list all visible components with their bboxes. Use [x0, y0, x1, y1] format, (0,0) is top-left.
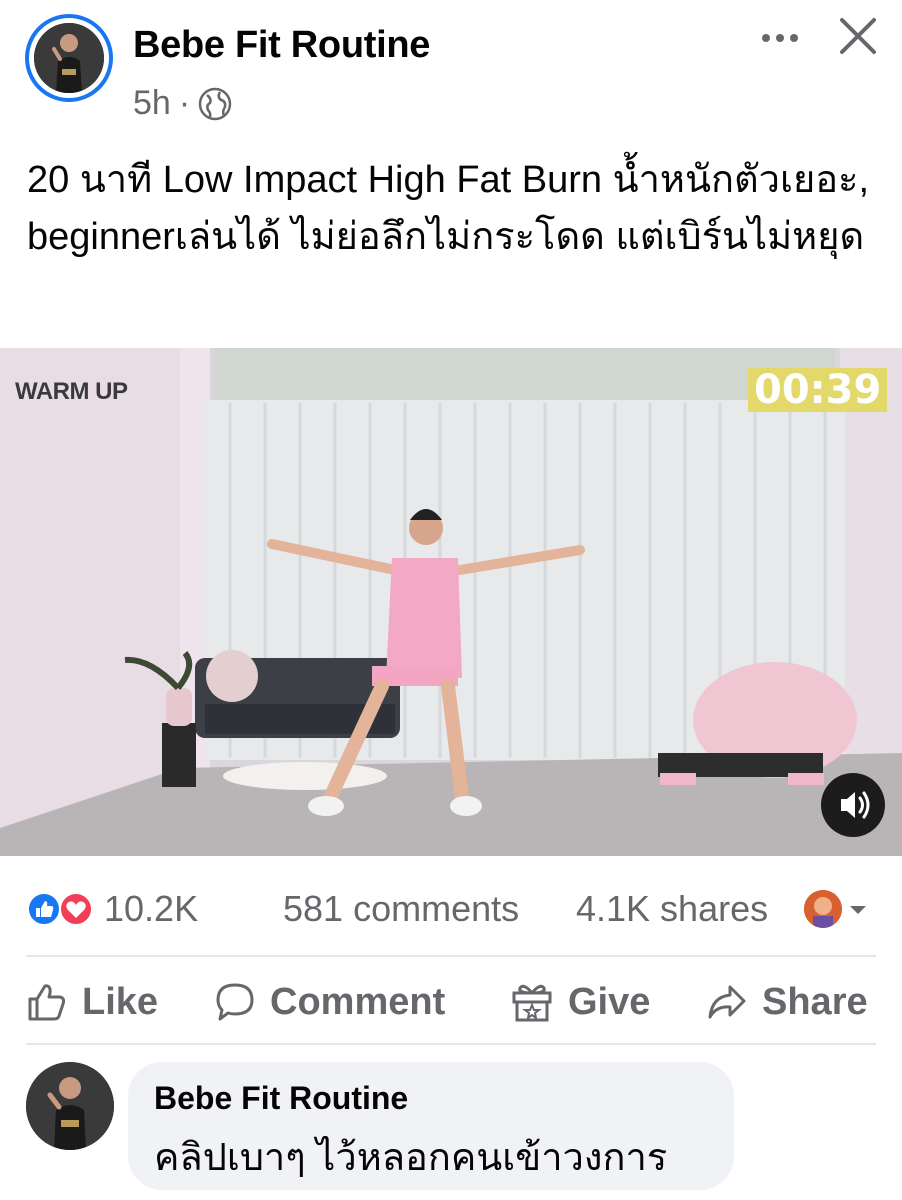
globe-icon [198, 87, 232, 120]
close-icon[interactable] [836, 14, 880, 58]
more-options-icon[interactable] [756, 18, 804, 58]
like-label: Like [82, 980, 159, 1023]
video-player[interactable]: WARM UP 00:39 [0, 348, 902, 856]
avatar-icon [804, 890, 842, 928]
sound-toggle-button[interactable] [821, 773, 885, 837]
video-timer: 00:39 [748, 368, 888, 412]
page-name[interactable]: Bebe Fit Routine [133, 24, 430, 67]
share-arrow-icon [708, 985, 746, 1019]
give-button[interactable]: Give [510, 965, 650, 1039]
video-frame [0, 348, 902, 856]
reaction-icons[interactable] [26, 892, 98, 926]
reaction-count[interactable]: 10.2K [104, 888, 198, 930]
share-label: Share [762, 980, 868, 1023]
reactions-bar: 10.2K 581 comments 4.1K shares [0, 878, 902, 938]
post-meta: 5h · [133, 84, 232, 123]
post-header: Bebe Fit Routine 5h · [0, 0, 902, 130]
post-time[interactable]: 5h [133, 84, 171, 123]
thumbs-up-icon [28, 984, 66, 1021]
comment-text: คลิปเบาๆ ไว้หลอกคนเข้าวงการ [154, 1137, 668, 1179]
chevron-down-icon[interactable] [848, 904, 868, 916]
divider [26, 955, 876, 957]
page-avatar[interactable] [25, 14, 113, 102]
give-label: Give [568, 980, 651, 1023]
avatar-photo [34, 23, 104, 93]
person-silhouette-icon [26, 1062, 114, 1150]
action-bar: Like Comment Give Share [0, 965, 902, 1039]
comment-icon [216, 983, 254, 1021]
commenter-avatar[interactable] [26, 1062, 114, 1150]
like-icon [27, 892, 61, 926]
comment-author[interactable]: Bebe Fit Routine [154, 1080, 408, 1117]
post-caption: 20 นาที Low Impact High Fat Burn น้ำหนัก… [27, 159, 870, 258]
meta-separator: · [178, 84, 191, 122]
comments-count[interactable]: 581 comments [283, 888, 519, 930]
shares-count[interactable]: 4.1K shares [576, 888, 768, 930]
speaker-icon [841, 791, 870, 819]
love-icon [59, 892, 93, 926]
share-button[interactable]: Share [706, 965, 868, 1039]
video-section-label: WARM UP [15, 378, 128, 405]
comment-button[interactable]: Comment [214, 965, 445, 1039]
person-silhouette-icon [34, 23, 104, 93]
gift-icon [512, 984, 552, 1022]
viewer-avatar[interactable] [804, 890, 842, 928]
like-button[interactable]: Like [26, 965, 158, 1039]
comment-bubble[interactable]: Bebe Fit Routine คลิปเบาๆ ไว้หลอกคนเข้าว… [128, 1062, 734, 1190]
comment-label: Comment [270, 980, 446, 1023]
divider [26, 1043, 876, 1045]
